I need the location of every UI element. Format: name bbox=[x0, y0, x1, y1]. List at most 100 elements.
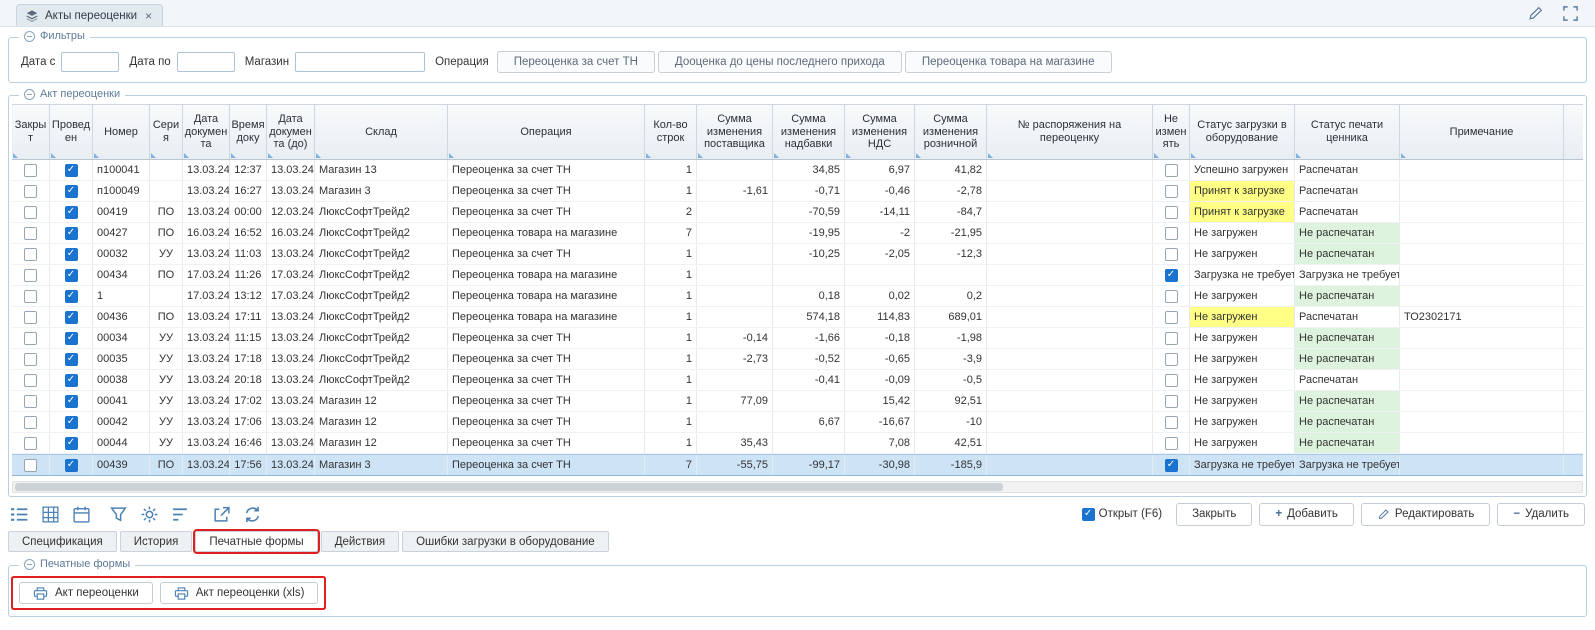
no_change-checkbox[interactable] bbox=[1165, 416, 1178, 429]
no_change-checkbox[interactable] bbox=[1165, 248, 1178, 261]
column-header-doc_time[interactable]: Время доку bbox=[230, 105, 267, 159]
posted-checkbox[interactable] bbox=[65, 185, 78, 198]
table-row[interactable]: 117.03.2413:1217.03.24ЛюксСофтТрейд2Пере… bbox=[12, 286, 1583, 307]
horizontal-scrollbar[interactable] bbox=[12, 481, 1583, 493]
tab-actions[interactable]: Действия bbox=[321, 531, 399, 552]
column-header-sum_retail[interactable]: Сумма изменения розничной bbox=[915, 105, 987, 159]
open-f6-checkbox[interactable]: Открыт (F6) bbox=[1082, 508, 1162, 521]
settings-icon[interactable] bbox=[140, 505, 159, 524]
posted-checkbox[interactable] bbox=[65, 437, 78, 450]
closed-checkbox[interactable] bbox=[24, 395, 37, 408]
tab-history[interactable]: История bbox=[120, 531, 193, 552]
no_change-checkbox[interactable] bbox=[1165, 395, 1178, 408]
print-act-button[interactable]: Акт переоценки bbox=[19, 582, 153, 604]
tab-print-forms[interactable]: Печатные формы bbox=[195, 531, 317, 552]
export-icon[interactable] bbox=[212, 505, 231, 524]
table-row[interactable]: 00436ПО13.03.2417:1113.03.24ЛюксСофтТрей… bbox=[12, 307, 1583, 328]
add-button[interactable]: +Добавить bbox=[1259, 503, 1354, 526]
posted-checkbox[interactable] bbox=[65, 332, 78, 345]
collapse-filters-icon[interactable] bbox=[24, 31, 35, 42]
close-button[interactable]: Закрыть bbox=[1176, 503, 1252, 526]
column-header-sum_markup[interactable]: Сумма изменения надбавки bbox=[773, 105, 845, 159]
tab-load-errors[interactable]: Ошибки загрузки в оборудование bbox=[402, 531, 609, 552]
no_change-checkbox[interactable] bbox=[1165, 206, 1178, 219]
table-row[interactable]: п10004113.03.2412:3713.03.24Магазин 13Пе… bbox=[12, 160, 1583, 181]
column-header-series[interactable]: Серия bbox=[150, 105, 183, 159]
checklist-icon[interactable] bbox=[171, 505, 190, 524]
filter-icon[interactable] bbox=[109, 505, 128, 524]
closed-checkbox[interactable] bbox=[24, 416, 37, 429]
closed-checkbox[interactable] bbox=[24, 311, 37, 324]
checkbox-checked-icon[interactable] bbox=[1082, 508, 1095, 521]
column-header-closed[interactable]: Закрыт bbox=[12, 105, 50, 159]
no_change-checkbox[interactable] bbox=[1165, 164, 1178, 177]
collapse-print-forms-icon[interactable] bbox=[24, 559, 35, 570]
closed-checkbox[interactable] bbox=[24, 185, 37, 198]
edit-button[interactable]: Редактировать bbox=[1361, 503, 1490, 526]
fullscreen-icon[interactable] bbox=[1562, 5, 1579, 22]
closed-checkbox[interactable] bbox=[24, 290, 37, 303]
posted-checkbox[interactable] bbox=[65, 395, 78, 408]
edit-pencil-icon[interactable] bbox=[1527, 5, 1544, 22]
date-to-input[interactable] bbox=[177, 52, 235, 72]
table-row[interactable]: 00419ПО13.03.2400:0012.03.24ЛюксСофтТрей… bbox=[12, 202, 1583, 223]
column-header-posted[interactable]: Проведен bbox=[50, 105, 93, 159]
no_change-checkbox[interactable] bbox=[1165, 185, 1178, 198]
table-row[interactable]: 00041УУ13.03.2417:0213.03.24Магазин 12Пе… bbox=[12, 391, 1583, 412]
column-header-load_status[interactable]: Статус загрузки в оборудование bbox=[1190, 105, 1295, 159]
no_change-checkbox[interactable] bbox=[1165, 374, 1178, 387]
no_change-checkbox[interactable] bbox=[1165, 269, 1178, 282]
collapse-grid-icon[interactable] bbox=[24, 89, 35, 100]
table-row[interactable]: 00044УУ13.03.2416:4613.03.24Магазин 12Пе… bbox=[12, 433, 1583, 454]
column-header-line_count[interactable]: Кол-во строк bbox=[645, 105, 697, 159]
column-header-no_change[interactable]: Не изменять bbox=[1153, 105, 1190, 159]
delete-button[interactable]: −Удалить bbox=[1497, 503, 1585, 526]
posted-checkbox[interactable] bbox=[65, 206, 78, 219]
table-row[interactable]: 00034УУ13.03.2411:1513.03.24ЛюксСофтТрей… bbox=[12, 328, 1583, 349]
operation-filter-button[interactable]: Дооценка до цены последнего прихода bbox=[658, 51, 902, 73]
print-act-xls-button[interactable]: Акт переоценки (xls) bbox=[160, 582, 319, 604]
posted-checkbox[interactable] bbox=[65, 459, 78, 472]
tab-close-icon[interactable]: × bbox=[145, 10, 152, 22]
no_change-checkbox[interactable] bbox=[1165, 311, 1178, 324]
closed-checkbox[interactable] bbox=[24, 164, 37, 177]
calendar-icon[interactable] bbox=[72, 505, 91, 524]
posted-checkbox[interactable] bbox=[65, 164, 78, 177]
closed-checkbox[interactable] bbox=[24, 248, 37, 261]
closed-checkbox[interactable] bbox=[24, 227, 37, 240]
operation-filter-button[interactable]: Переоценка за счет ТН bbox=[497, 51, 655, 73]
document-tab[interactable]: Акты переоценки × bbox=[16, 4, 163, 26]
column-header-warehouse[interactable]: Склад bbox=[315, 105, 448, 159]
posted-checkbox[interactable] bbox=[65, 353, 78, 366]
column-header-print_status[interactable]: Статус печати ценника bbox=[1295, 105, 1400, 159]
posted-checkbox[interactable] bbox=[65, 269, 78, 282]
posted-checkbox[interactable] bbox=[65, 248, 78, 261]
column-header-order_number[interactable]: № распоряжения на переоценку bbox=[987, 105, 1153, 159]
tab-specification[interactable]: Спецификация bbox=[8, 531, 117, 552]
no_change-checkbox[interactable] bbox=[1165, 437, 1178, 450]
closed-checkbox[interactable] bbox=[24, 459, 37, 472]
closed-checkbox[interactable] bbox=[24, 353, 37, 366]
table-row[interactable]: 00439ПО13.03.2417:5613.03.24Магазин 3Пер… bbox=[12, 454, 1583, 476]
closed-checkbox[interactable] bbox=[24, 206, 37, 219]
column-header-doc_date_to[interactable]: Дата документа (до) bbox=[267, 105, 315, 159]
no_change-checkbox[interactable] bbox=[1165, 353, 1178, 366]
column-header-number[interactable]: Номер bbox=[93, 105, 150, 159]
table-row[interactable]: п10004913.03.2416:2713.03.24Магазин 3Пер… bbox=[12, 181, 1583, 202]
table-row[interactable]: 00035УУ13.03.2417:1813.03.24ЛюксСофтТрей… bbox=[12, 349, 1583, 370]
no_change-checkbox[interactable] bbox=[1165, 290, 1178, 303]
table-row[interactable]: 00038УУ13.03.2420:1813.03.24ЛюксСофтТрей… bbox=[12, 370, 1583, 391]
no_change-checkbox[interactable] bbox=[1165, 332, 1178, 345]
column-header-doc_date[interactable]: Дата документа bbox=[183, 105, 230, 159]
closed-checkbox[interactable] bbox=[24, 437, 37, 450]
closed-checkbox[interactable] bbox=[24, 269, 37, 282]
scrollbar-thumb[interactable] bbox=[15, 483, 1003, 491]
date-from-input[interactable] bbox=[61, 52, 119, 72]
grid-view-icon[interactable] bbox=[41, 505, 60, 524]
posted-checkbox[interactable] bbox=[65, 227, 78, 240]
closed-checkbox[interactable] bbox=[24, 374, 37, 387]
column-header-operation[interactable]: Операция bbox=[448, 105, 645, 159]
table-row[interactable]: 00032УУ13.03.2411:0313.03.24ЛюксСофтТрей… bbox=[12, 244, 1583, 265]
no_change-checkbox[interactable] bbox=[1165, 227, 1178, 240]
list-view-icon[interactable] bbox=[10, 505, 29, 524]
